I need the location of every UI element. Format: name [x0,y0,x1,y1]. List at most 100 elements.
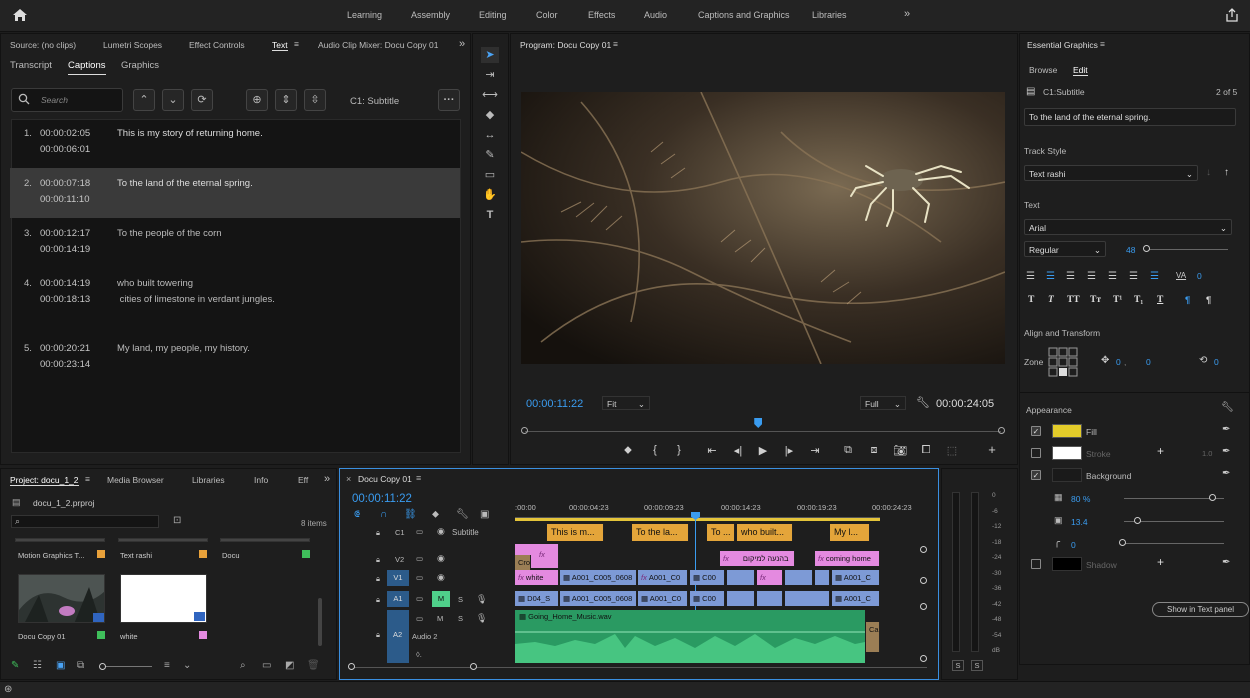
share-icon[interactable] [1225,8,1239,22]
snap-icon[interactable]: ∩ [380,509,387,520]
split-caption-button[interactable]: ⇕ [275,89,297,111]
vertical-zoom-handle[interactable] [920,603,927,610]
ltr-icon[interactable]: ¶ [1185,295,1190,306]
essential-graphics-title[interactable]: Essential Graphics [1027,40,1098,50]
a1-clip[interactable] [727,591,755,606]
rtl-icon[interactable]: ¶ [1206,295,1211,306]
type-tool-icon[interactable]: T [481,207,499,223]
a1-clip[interactable]: ▦ D04_S [515,591,559,606]
panel-menu-icon[interactable]: ≡ [1100,39,1105,49]
panel-menu-icon[interactable]: ≡ [85,474,90,484]
align-center-icon[interactable]: ☰ [1046,271,1055,282]
wrench-icon[interactable]: 🔧︎ [456,509,469,520]
add-shadow-icon[interactable]: + [1157,555,1164,569]
v1-clip[interactable]: fx white [515,570,559,585]
caption-text-field[interactable]: To the land of the eternal spring. [1024,108,1236,126]
project-item-name[interactable]: white [120,632,138,641]
wrench-icon[interactable]: 🔧︎ [916,396,930,409]
stroke-checkbox[interactable] [1031,448,1041,458]
superscript-icon[interactable]: T¹ [1113,295,1122,305]
tab-audio-clip-mixer[interactable]: Audio Clip Mixer: Docu Copy 01 [318,40,438,50]
lock-icon[interactable]: 🔒︎ [376,555,380,565]
tab-libraries[interactable]: Libraries [192,475,225,485]
program-playhead[interactable] [754,418,763,428]
next-caption-button[interactable]: ⌄ [162,89,184,111]
v1-clip[interactable] [815,570,830,585]
font-size-slider[interactable] [1146,249,1228,250]
caption-text[interactable]: My land, my people, my history. [117,343,250,354]
project-item-name[interactable]: Docu Copy 01 [18,632,66,641]
tab-text[interactable]: Text [272,40,288,51]
caption-text-line2[interactable]: cities of limestone in verdant jungles. [117,294,275,305]
mark-out-icon[interactable]: } [671,444,687,456]
new-folder-icon[interactable]: ▭ [262,660,271,671]
pencil-icon[interactable]: ✎ [11,660,19,671]
panel-menu-icon[interactable]: ≡ [294,39,299,49]
caption-track-label[interactable]: C1: Subtitle [350,96,399,107]
pen-tool-icon[interactable]: ✎ [481,147,499,163]
show-in-text-panel-button[interactable]: Show in Text panel [1152,602,1249,617]
scrubber-in-handle[interactable] [521,427,528,434]
workspace-assembly[interactable]: Assembly [411,10,450,20]
selection-tool-icon[interactable]: ➤ [481,47,499,63]
home-icon[interactable] [12,8,28,22]
replace-icon[interactable]: ⟳ [191,89,213,111]
caption-text[interactable]: who built towering [117,278,193,289]
project-search-input[interactable]: ⌕ [11,515,159,528]
font-size-knob[interactable] [1143,245,1150,252]
eyedropper-icon[interactable]: ✒ [1222,446,1230,457]
background-size[interactable]: 13.4 [1071,517,1088,527]
workspace-editing[interactable]: Editing [479,10,507,20]
step-back-icon[interactable]: ◂| [730,444,746,457]
eye-icon[interactable]: ◉ [437,553,445,564]
add-caption-button[interactable]: ⊕ [246,89,268,111]
caption-row-3[interactable]: 3. 00:00:12:17 00:00:14:19 To the people… [10,218,460,268]
eyedropper-icon[interactable]: ✒ [1222,557,1230,568]
caption-text[interactable]: This is my story of returning home. [117,128,263,139]
chevron-down-icon[interactable]: ⌄ [183,660,191,671]
workspace-effects[interactable]: Effects [588,10,615,20]
v2-clip[interactable]: fx בהנעה למיקום [720,551,795,566]
project-item-name[interactable]: Text rashi [120,551,152,560]
zoom-select[interactable]: Fit ⌄ [602,396,650,410]
sync-lock-icon[interactable]: ▭ [416,594,423,603]
justify-right-icon[interactable]: ☰ [1129,271,1138,282]
opacity-knob[interactable] [1209,494,1216,501]
a2-audio-clip[interactable]: ▦ Going_Home_Music.wav [515,610,865,663]
vertical-zoom-handle[interactable] [920,577,927,584]
captions-icon[interactable]: ▣ [480,509,489,520]
program-scrubber[interactable] [521,418,1005,438]
size-knob[interactable] [1134,517,1141,524]
font-style-select[interactable]: Regular ⌄ [1024,241,1106,257]
a1-clip[interactable] [757,591,783,606]
rectangle-tool-icon[interactable]: ▭ [481,167,499,183]
trash-icon[interactable]: 🗑︎ [307,660,320,671]
tab-edit[interactable]: Edit [1073,65,1088,76]
rotation-value[interactable]: 0 [1214,357,1219,367]
stroke-color-swatch[interactable] [1052,446,1082,460]
track-style-select[interactable]: Text rashi ⌄ [1024,165,1198,181]
stroke-width-value[interactable]: 1.0 [1202,449,1212,458]
v1-clip[interactable]: ▦ A001_C005_0608 [560,570,637,585]
wrench-icon[interactable]: 🔧︎ [1221,402,1234,413]
comparison-view-icon[interactable]: ⧠ [918,444,934,457]
workspace-color[interactable]: Color [536,10,558,20]
caption-text[interactable]: To the people of the corn [117,228,222,239]
fill-checkbox[interactable]: ✓ [1031,426,1041,436]
push-style-down-icon[interactable]: ↓ [1206,167,1211,178]
corner-radius-value[interactable]: 0 [1071,540,1076,550]
justify-left-icon[interactable]: ☰ [1087,271,1096,282]
microphone-icon[interactable]: 🎙︎ [476,594,487,605]
v1-clip[interactable]: fx [757,570,783,585]
audio-graphic-clip[interactable]: Ca [866,622,880,652]
go-to-out-icon[interactable]: ⇥ [807,444,823,457]
track-name[interactable]: A1 [387,591,409,607]
captions-search[interactable]: Search [11,88,123,112]
position-y[interactable]: 0 [1146,357,1151,367]
background-tasks-icon[interactable]: ⊛ [4,684,12,695]
prev-caption-button[interactable]: ⌃ [133,89,155,111]
position-x[interactable]: 0 [1116,357,1121,367]
nest-icon[interactable]: ⟃ [354,509,360,520]
tab-browse[interactable]: Browse [1029,65,1057,75]
keyframe-icon[interactable]: ◊. [416,650,422,659]
